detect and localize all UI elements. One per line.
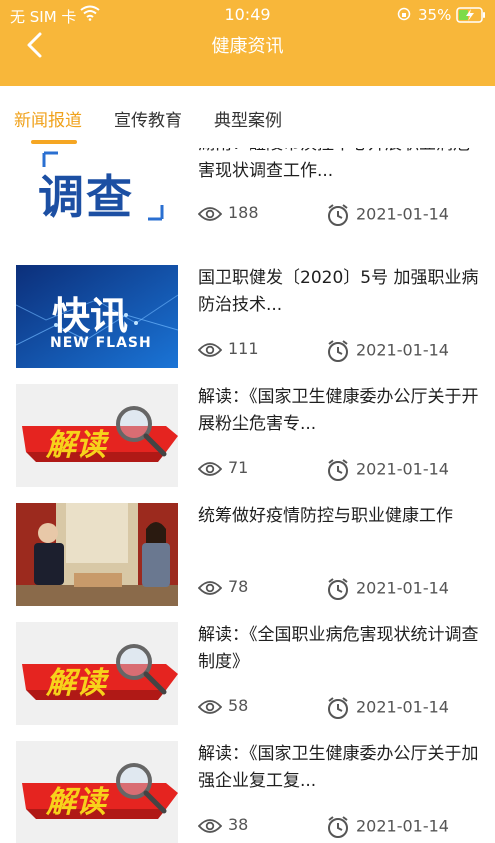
- view-count: 111: [197, 339, 259, 358]
- view-count: 58: [197, 696, 249, 715]
- view-count: 188: [197, 203, 259, 222]
- view-count-value: 111: [228, 339, 259, 358]
- list-item[interactable]: 解读 解读：《国家卫生健康委办公厅关于开展粉尘危害专... 71 2021-01…: [0, 369, 495, 488]
- publish-date-value: 2021-01-14: [356, 578, 449, 598]
- article-thumbnail: 解读: [16, 384, 178, 487]
- article-title[interactable]: 统筹做好疫情防控与职业健康工作: [198, 503, 483, 530]
- thumbnail-text: 快讯: [52, 294, 129, 338]
- battery-percent: 35%: [418, 6, 452, 24]
- publish-date: 2021-01-14: [326, 339, 449, 363]
- view-count-value: 78: [228, 577, 249, 596]
- publish-date: 2021-01-14: [326, 696, 449, 720]
- list-item[interactable]: 解读 解读：《国家卫生健康委办公厅关于加强企业复工复... 38 2021-01…: [0, 726, 495, 843]
- view-count: 78: [197, 577, 249, 596]
- article-thumbnail: 快讯 NEW FLASH: [16, 265, 178, 368]
- article-thumbnail: 解读: [16, 741, 178, 843]
- list-item[interactable]: 解读 解读：《全国职业病危害现状统计调查制度》 58 2021-01-14: [0, 607, 495, 726]
- publish-date: 2021-01-14: [326, 577, 449, 601]
- view-count: 38: [197, 815, 249, 834]
- thumbnail-subtext: NEW FLASH: [50, 335, 152, 351]
- clock-icon: [328, 204, 348, 226]
- clock-icon: [328, 816, 348, 838]
- eye-icon: [197, 461, 223, 476]
- page-title: 健康资讯: [211, 36, 284, 57]
- article-list[interactable]: 调查 湖南：醴陵市疾控中心开展职业病危害现状调查工作... 188 2021-0…: [0, 148, 495, 843]
- status-bar: 无 SIM 卡 10:49 35%: [0, 0, 495, 30]
- article-title[interactable]: 解读：《国家卫生健康委办公厅关于加强企业复工复...: [198, 741, 483, 795]
- clock-icon: [328, 459, 348, 481]
- tab-cases[interactable]: 典型案例: [214, 106, 282, 131]
- view-count-value: 188: [228, 203, 259, 222]
- publish-date: 2021-01-14: [326, 458, 449, 482]
- view-count: 71: [197, 458, 249, 477]
- article-title[interactable]: 解读：《全国职业病危害现状统计调查制度》: [198, 622, 483, 676]
- thumbnail-text: 解读: [46, 428, 106, 463]
- tab-bar: 新闻报道 宣传教育 典型案例: [0, 86, 495, 148]
- publish-date: 2021-01-14: [326, 203, 449, 227]
- article-thumbnail: 调查: [16, 148, 178, 234]
- publish-date-value: 2021-01-14: [356, 816, 449, 836]
- article-title[interactable]: 湖南：醴陵市疾控中心开展职业病危害现状调查工作...: [198, 148, 483, 185]
- clock-icon: [328, 697, 348, 719]
- publish-date-value: 2021-01-14: [356, 459, 449, 479]
- thumbnail-text: 调查: [38, 170, 134, 224]
- thumbnail-text: 解读: [46, 666, 106, 701]
- list-item[interactable]: 快讯 NEW FLASH 国卫职健发〔2020〕5号 加强职业病防治技术... …: [0, 250, 495, 369]
- view-count-value: 58: [228, 696, 249, 715]
- eye-icon: [197, 818, 223, 833]
- publish-date: 2021-01-14: [326, 815, 449, 839]
- list-item[interactable]: 统筹做好疫情防控与职业健康工作 78 2021-01-14: [0, 488, 495, 607]
- article-title[interactable]: 国卫职健发〔2020〕5号 加强职业病防治技术...: [198, 265, 483, 319]
- publish-date-value: 2021-01-14: [356, 204, 449, 224]
- publish-date-value: 2021-01-14: [356, 697, 449, 717]
- article-thumbnail: 解读: [16, 622, 178, 725]
- tab-news[interactable]: 新闻报道: [14, 106, 82, 131]
- thumbnail-text: 解读: [46, 785, 106, 820]
- battery-charging-icon: [456, 7, 485, 23]
- tab-education[interactable]: 宣传教育: [114, 106, 182, 131]
- eye-icon: [197, 342, 223, 357]
- article-thumbnail: [16, 503, 178, 606]
- eye-icon: [197, 580, 223, 595]
- view-count-value: 38: [228, 815, 249, 834]
- clock-icon: [328, 340, 348, 362]
- article-title[interactable]: 解读：《国家卫生健康委办公厅关于开展粉尘危害专...: [198, 384, 483, 438]
- rotation-lock-icon: [397, 7, 411, 21]
- eye-icon: [197, 699, 223, 714]
- list-item[interactable]: 调查 湖南：醴陵市疾控中心开展职业病危害现状调查工作... 188 2021-0…: [0, 148, 495, 250]
- active-tab-indicator: [31, 140, 77, 144]
- publish-date-value: 2021-01-14: [356, 340, 449, 360]
- clock-icon: [328, 578, 348, 600]
- eye-icon: [197, 206, 223, 221]
- app-header: 无 SIM 卡 10:49 35% 健康资讯: [0, 0, 495, 86]
- view-count-value: 71: [228, 458, 249, 477]
